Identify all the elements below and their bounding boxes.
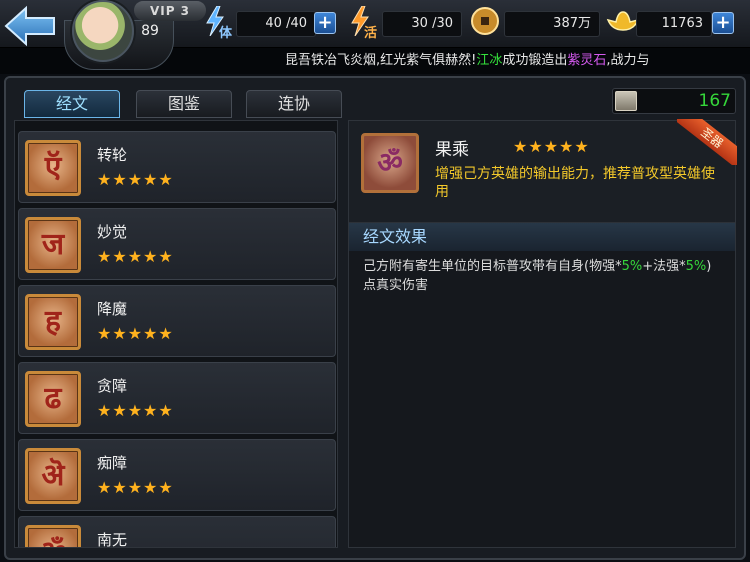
tab-scriptures[interactable]: 经文 (24, 90, 120, 118)
scripture-glyph: ह (45, 304, 61, 339)
list-item[interactable]: ढ 贪障 ★★★★★ (18, 362, 336, 434)
list-item[interactable]: ह 降魔 ★★★★★ (18, 285, 336, 357)
scripture-glyph: ऍ (44, 150, 62, 185)
scripture-glyph: ॐ (28, 528, 78, 547)
announcement-text: 成功锻造出 (502, 53, 568, 68)
scroll-icon (615, 91, 637, 111)
back-arrow-icon (4, 5, 55, 47)
avatar[interactable] (72, 0, 134, 62)
scripture-icon: ढ (25, 371, 81, 427)
list-item[interactable]: ज 妙觉 ★★★★★ (18, 208, 336, 280)
effect-description: 己方附有寄生单位的目标普攻带有自身(物强*5%+法强*5%)点真实伤害 (363, 257, 723, 295)
score-counter: 167 (612, 88, 736, 114)
scripture-glyph: ॐ (377, 146, 403, 179)
player-level: 89 (141, 23, 159, 39)
scripture-name: 南无 (97, 531, 128, 548)
vitality-label: 活 (364, 26, 378, 41)
stamina-resource: 体 (205, 5, 237, 41)
gold-ingot-icon (606, 11, 640, 31)
announcement-text: ,战力与 (606, 53, 650, 68)
rank-ribbon: 圣器 (677, 119, 737, 165)
announcement-text: 昆吾铁冶飞炎烟,红光紫气俱赫然! (285, 53, 477, 68)
effect-percent: 5% (685, 259, 707, 274)
back-button[interactable] (2, 4, 60, 48)
rank-tag: 圣器 (677, 119, 737, 165)
stamina-value: 40 /40 (236, 11, 316, 37)
tab-gallery[interactable]: 图鉴 (136, 90, 232, 118)
scripture-list[interactable]: ऍ 转轮 ★★★★★ ज 妙觉 ★★★★★ ह 降魔 ★★★★★ ढ 贪障 ★★… (14, 120, 338, 548)
star-rating: ★★★★★ (97, 170, 174, 189)
scripture-icon: ज (25, 217, 81, 273)
announcement-item: 紫灵石 (567, 53, 607, 68)
star-rating: ★★★★★ (97, 324, 174, 343)
scripture-glyph: ढ (44, 381, 62, 416)
score-value: 167 (698, 91, 731, 111)
effect-text: +法强* (642, 259, 686, 274)
gold-resource (606, 6, 640, 40)
scripture-description: 增强己方英雄的输出能力，推荐普攻型英雄使用 (435, 166, 715, 200)
coin-icon (471, 7, 499, 35)
scripture-name: 转轮 (97, 146, 128, 164)
effect-text: 己方附有寄生单位的目标普攻带有自身(物强* (363, 259, 622, 274)
selected-scripture-name: 果乘 (435, 140, 469, 160)
tab-combos[interactable]: 连协 (246, 90, 342, 118)
vip-badge[interactable]: VIP 3 (134, 1, 206, 21)
list-item[interactable]: ऄ 痴障 ★★★★★ (18, 439, 336, 511)
selected-scripture-icon: ॐ (361, 133, 419, 193)
scripture-icon: ॐ (25, 525, 81, 547)
effect-percent: 5% (621, 259, 643, 274)
list-item[interactable]: ऍ 转轮 ★★★★★ (18, 131, 336, 203)
gold-value: 11763 (636, 11, 712, 37)
scripture-name: 妙觉 (97, 223, 128, 241)
coins-value: 387万 (504, 11, 600, 37)
stamina-label: 体 (219, 26, 233, 41)
star-rating: ★★★★★ (97, 247, 174, 266)
scripture-name: 贪障 (97, 377, 128, 395)
star-rating: ★★★★★ (97, 401, 174, 420)
star-rating: ★★★★★ (513, 137, 590, 156)
coins-resource (470, 6, 502, 40)
effect-section-title: 经文效果 (349, 223, 735, 251)
scripture-name: 降魔 (97, 300, 128, 318)
scripture-glyph: ज (41, 227, 65, 262)
add-stamina-button[interactable]: + (314, 12, 336, 34)
scripture-icon: ऄ (25, 448, 81, 504)
scripture-glyph: ऄ (41, 458, 65, 493)
scripture-name: 痴障 (97, 454, 128, 472)
announcement-player: 江冰 (476, 53, 503, 68)
list-item[interactable]: ॐ 南无 ★★★★★ (18, 516, 336, 548)
detail-header: ॐ 果乘 ★★★★★ 增强己方英雄的输出能力，推荐普攻型英雄使用 圣器 (349, 119, 737, 223)
scripture-detail-panel: ॐ 果乘 ★★★★★ 增强己方英雄的输出能力，推荐普攻型英雄使用 圣器 经文效果… (348, 119, 737, 548)
vitality-resource: 活 (350, 5, 382, 41)
scripture-icon: ऍ (25, 140, 81, 196)
add-gold-button[interactable]: + (712, 12, 734, 34)
vitality-value: 30 /30 (382, 11, 462, 37)
scripture-icon: ह (25, 294, 81, 350)
star-rating: ★★★★★ (97, 478, 174, 497)
